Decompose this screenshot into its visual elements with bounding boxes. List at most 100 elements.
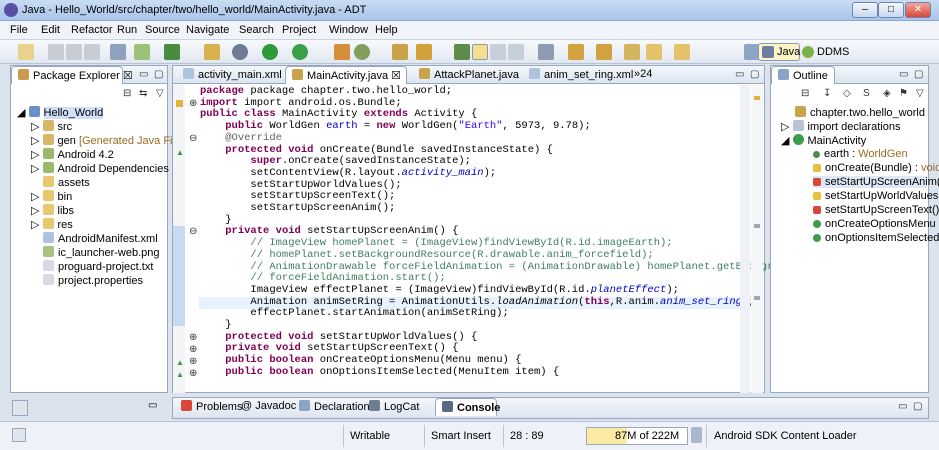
maximize-view-icon[interactable]: ▢ <box>750 69 759 80</box>
external-tools-icon[interactable] <box>292 44 308 60</box>
maximize-view-icon[interactable]: ▢ <box>914 69 923 80</box>
hide-static-icon[interactable]: S <box>863 88 870 99</box>
tab-activity-main-xml[interactable]: activity_main.xml <box>177 66 288 84</box>
minimize-view-icon[interactable]: ▭ <box>735 69 744 80</box>
hide-local-types-icon[interactable]: ⚑ <box>899 88 908 99</box>
checkbox-icon[interactable] <box>164 44 180 60</box>
close-icon[interactable]: ☒ <box>391 70 401 82</box>
toggle-highlight-icon[interactable] <box>472 44 488 60</box>
previous-annotation-icon[interactable] <box>596 44 612 60</box>
tree-item-android-42[interactable]: ▷ Android 4.2 <box>31 148 114 161</box>
fold-collapse-icon[interactable]: ⊖ <box>189 226 197 237</box>
minimize-button[interactable]: – <box>852 2 878 18</box>
link-editor-icon[interactable]: ⇆ <box>139 88 147 99</box>
menu-project[interactable]: Project <box>282 24 316 36</box>
new-class-icon[interactable] <box>334 44 350 60</box>
back-icon[interactable] <box>646 44 662 60</box>
collapse-all-icon[interactable]: ⊟ <box>123 88 131 99</box>
status-icon[interactable] <box>12 428 26 442</box>
mark-occurrences-icon[interactable] <box>454 44 470 60</box>
minimize-view-icon[interactable]: ▭ <box>899 69 908 80</box>
view-menu-icon[interactable]: ▽ <box>156 88 164 99</box>
show-whitespace-icon[interactable] <box>508 44 524 60</box>
fold-expand-icon[interactable]: ⊕ <box>189 332 197 343</box>
tree-item-project-properties[interactable]: project.properties <box>43 274 143 287</box>
tree-item-project[interactable]: ◢ Hello_World <box>17 106 104 119</box>
trash-icon[interactable] <box>691 427 702 443</box>
heap-status[interactable]: 87M of 222M <box>586 427 688 445</box>
new-icon[interactable] <box>18 44 34 60</box>
menu-refactor[interactable]: Refactor <box>71 24 113 36</box>
warning-marker[interactable] <box>754 96 760 100</box>
menu-navigate[interactable]: Navigate <box>186 24 229 36</box>
android-wizard-icon[interactable] <box>204 44 220 60</box>
restore-icon[interactable]: ▭ <box>148 400 157 411</box>
open-type-icon[interactable] <box>392 44 408 60</box>
pin-icon[interactable] <box>538 44 554 60</box>
new-package-icon[interactable] <box>354 44 370 60</box>
menu-source[interactable]: Source <box>145 24 180 36</box>
tree-item-res[interactable]: ▷ res <box>31 218 73 231</box>
avd-manager-icon[interactable] <box>134 44 150 60</box>
tab-overflow[interactable]: »24 <box>628 66 658 84</box>
run-icon[interactable] <box>262 44 278 60</box>
outline-item-package[interactable]: chapter.two.hello_world <box>795 106 925 119</box>
close-button[interactable]: ✕ <box>905 2 931 18</box>
tree-item-android-dependencies[interactable]: ▷ Android Dependencies <box>31 162 169 175</box>
search-icon[interactable] <box>416 44 432 60</box>
outline-item-earth[interactable]: earth : WorldGen <box>813 148 908 160</box>
outline-item-oncreate[interactable]: onCreate(Bundle) : void <box>813 162 939 174</box>
save-icon[interactable] <box>48 44 64 60</box>
outline-item-oncreateoptionsmenu[interactable]: onCreateOptionsMenu <box>813 218 936 230</box>
tab-attack-planet-java[interactable]: AttackPlanet.java <box>413 66 525 84</box>
tree-item-proguard[interactable]: proguard-project.txt <box>43 260 153 273</box>
menu-help[interactable]: Help <box>375 24 398 36</box>
tree-item-src[interactable]: ▷ src <box>31 120 72 133</box>
tree-item-libs[interactable]: ▷ libs <box>31 204 74 217</box>
menu-search[interactable]: Search <box>239 24 274 36</box>
hide-fields-icon[interactable]: ◇ <box>843 88 851 99</box>
tab-console[interactable]: Console <box>435 398 500 416</box>
fold-expand-icon[interactable]: ⊕ <box>189 356 197 367</box>
next-annotation-icon[interactable] <box>568 44 584 60</box>
tree-item-launcher-png[interactable]: ic_launcher-web.png <box>43 246 160 259</box>
occurrence-marker[interactable] <box>754 296 760 300</box>
last-edit-icon[interactable] <box>624 44 640 60</box>
tab-main-activity-java[interactable]: MainActivity.java ☒ <box>285 66 407 84</box>
view-menu-icon[interactable]: ▽ <box>916 88 924 99</box>
tree-item-gen[interactable]: ▷ gen [Generated Java Files] <box>31 134 190 147</box>
outline-item-setstartupscreentext[interactable]: setStartUpScreenText() <box>813 204 939 216</box>
ddms-icon[interactable] <box>802 46 814 58</box>
minimize-view-icon[interactable]: ▭ <box>139 69 148 80</box>
tab-logcat[interactable]: LogCat <box>363 398 425 416</box>
debug-icon[interactable] <box>232 44 248 60</box>
ddms-perspective-label[interactable]: DDMS <box>817 46 849 58</box>
menu-run[interactable]: Run <box>117 24 137 36</box>
sort-icon[interactable]: ↧ <box>823 88 831 99</box>
outline-item-setstartupscreenanim[interactable]: setStartUpScreenAnim( <box>813 176 939 188</box>
print-icon[interactable] <box>84 44 100 60</box>
fold-expand-icon[interactable]: ⊕ <box>189 344 197 355</box>
maximize-view-icon[interactable]: ▢ <box>913 401 922 412</box>
collapse-all-icon[interactable]: ⊟ <box>801 88 809 99</box>
hide-nonpublic-icon[interactable]: ◈ <box>883 88 891 99</box>
save-all-icon[interactable] <box>66 44 82 60</box>
vertical-scrollbar[interactable] <box>740 85 750 393</box>
menu-edit[interactable]: Edit <box>41 24 60 36</box>
maximize-view-icon[interactable]: ▢ <box>154 69 163 80</box>
minimize-view-icon[interactable]: ▭ <box>898 401 907 412</box>
block-selection-icon[interactable] <box>490 44 506 60</box>
tree-item-manifest[interactable]: AndroidManifest.xml <box>43 232 158 245</box>
java-perspective-button[interactable]: Java <box>758 43 800 61</box>
outline-item-class[interactable]: ◢ MainActivity <box>781 134 866 147</box>
occurrence-marker[interactable] <box>754 224 760 228</box>
outline-item-setstartupworldvalues[interactable]: setStartUpWorldValues <box>813 190 938 202</box>
maximize-button[interactable]: □ <box>878 2 904 18</box>
outline-item-imports[interactable]: ▷ import declarations <box>781 120 900 133</box>
tab-anim-set-ring-xml[interactable]: anim_set_ring.xml <box>523 66 639 84</box>
outline-tab[interactable]: Outline <box>771 66 835 84</box>
tree-item-bin[interactable]: ▷ bin <box>31 190 72 203</box>
fold-collapse-icon[interactable]: ⊖ <box>189 133 197 144</box>
forward-icon[interactable] <box>674 44 690 60</box>
sdk-manager-icon[interactable] <box>110 44 126 60</box>
